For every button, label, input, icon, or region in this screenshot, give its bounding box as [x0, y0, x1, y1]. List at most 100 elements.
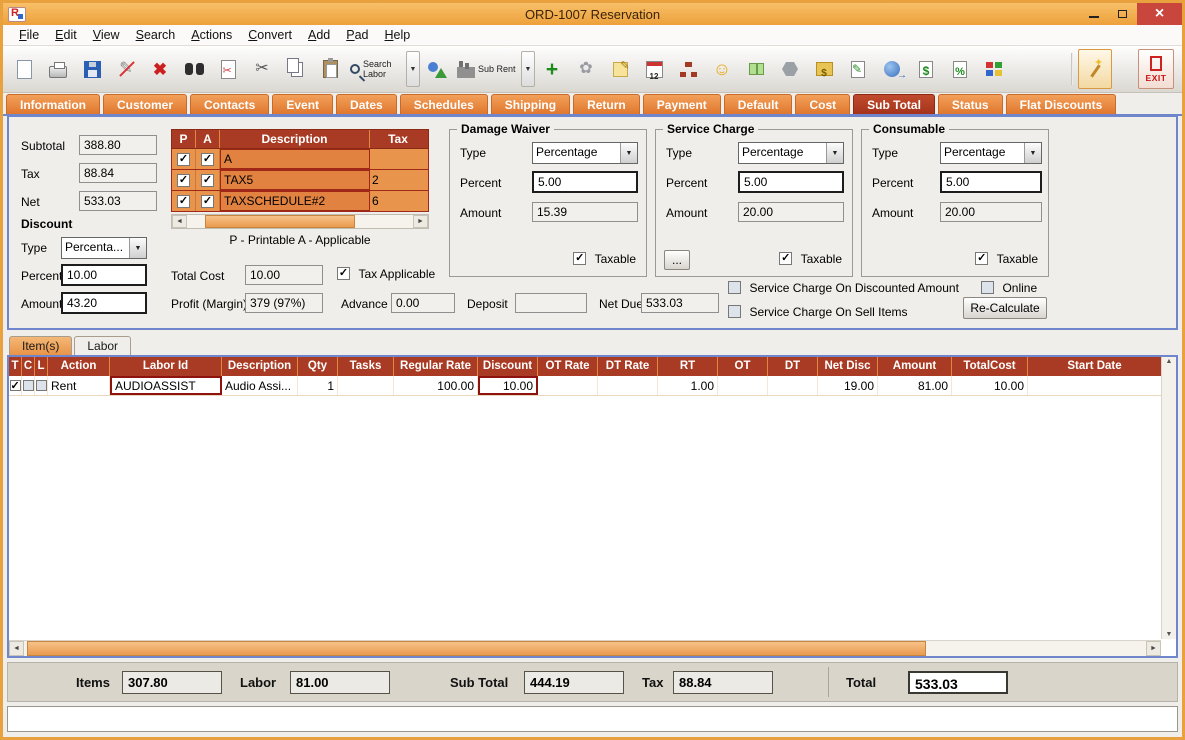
- tab-information[interactable]: Information: [6, 94, 100, 114]
- t-checkbox[interactable]: [10, 380, 21, 391]
- tab-dates[interactable]: Dates: [336, 94, 397, 114]
- c-checkbox[interactable]: [23, 380, 34, 391]
- scroll-left-icon[interactable]: ◄: [172, 215, 187, 228]
- chevron-down-icon[interactable]: [129, 238, 146, 258]
- menu-file[interactable]: File: [11, 26, 47, 44]
- cell-rt[interactable]: 1.00: [658, 376, 718, 395]
- cell-dt[interactable]: [768, 376, 818, 395]
- add-button[interactable]: [535, 49, 569, 89]
- cell-description[interactable]: Audio Assi...: [222, 376, 298, 395]
- tab-customer[interactable]: Customer: [103, 94, 187, 114]
- package-button[interactable]: [739, 49, 773, 89]
- labor-grid-hscrollbar[interactable]: ◄ ►: [9, 640, 1161, 656]
- menu-help[interactable]: Help: [377, 26, 419, 44]
- chevron-down-icon[interactable]: [1024, 143, 1041, 163]
- scroll-right-icon[interactable]: ►: [413, 215, 428, 228]
- scroll-right-icon[interactable]: ►: [1146, 641, 1161, 656]
- tax-applicable-checkbox[interactable]: [337, 267, 350, 280]
- tax-value-cell[interactable]: 2: [370, 170, 424, 190]
- sc-type-dropdown[interactable]: Percentage: [738, 142, 844, 164]
- exit-button[interactable]: EXIT: [1138, 49, 1174, 89]
- tab-contacts[interactable]: Contacts: [190, 94, 269, 114]
- tax-value-cell[interactable]: 6: [370, 191, 424, 211]
- tab-cost[interactable]: Cost: [795, 94, 850, 114]
- scrollbar-thumb[interactable]: [27, 641, 926, 656]
- cut-page-button[interactable]: [211, 49, 245, 89]
- sub-rent-button[interactable]: Sub Rent: [454, 49, 521, 89]
- tab-payment[interactable]: Payment: [643, 94, 721, 114]
- delete-button[interactable]: [143, 49, 177, 89]
- sc-taxable-checkbox[interactable]: [779, 252, 792, 265]
- scroll-up-icon[interactable]: ▲: [1166, 358, 1173, 365]
- print-button[interactable]: [41, 49, 75, 89]
- tax-row[interactable]: TAXSCHEDULE#2 6: [171, 191, 429, 212]
- sub-rent-dropdown[interactable]: [521, 51, 535, 87]
- chevron-down-icon[interactable]: [826, 143, 843, 163]
- dw-percent-input[interactable]: 5.00: [532, 171, 638, 193]
- find-button[interactable]: [177, 49, 211, 89]
- tab-items[interactable]: Item(s): [9, 336, 72, 355]
- copy-button[interactable]: [279, 49, 313, 89]
- menu-actions[interactable]: Actions: [183, 26, 240, 44]
- calendar-button[interactable]: 12: [637, 49, 671, 89]
- cons-type-dropdown[interactable]: Percentage: [940, 142, 1042, 164]
- menu-convert[interactable]: Convert: [240, 26, 300, 44]
- no-edit-button[interactable]: [109, 49, 143, 89]
- dw-type-dropdown[interactable]: Percentage: [532, 142, 638, 164]
- shapes-button[interactable]: [420, 49, 454, 89]
- recalculate-button[interactable]: Re-Calculate: [963, 297, 1047, 319]
- tab-schedules[interactable]: Schedules: [400, 94, 488, 114]
- search-labor-dropdown[interactable]: [406, 51, 420, 87]
- tax-description-cell[interactable]: A: [220, 149, 370, 169]
- tax-description-cell[interactable]: TAXSCHEDULE#2: [220, 191, 370, 211]
- magic-wand-button[interactable]: [1078, 49, 1112, 89]
- tab-sub-total[interactable]: Sub Total: [853, 94, 935, 114]
- cell-tasks[interactable]: [338, 376, 394, 395]
- tab-labor[interactable]: Labor: [74, 336, 131, 355]
- tax-row[interactable]: A: [171, 149, 429, 170]
- hexagon-button[interactable]: [773, 49, 807, 89]
- menu-search[interactable]: Search: [128, 26, 184, 44]
- applicable-checkbox[interactable]: [201, 153, 214, 166]
- cell-regular-rate[interactable]: 100.00: [394, 376, 478, 395]
- tax-value-cell[interactable]: [370, 149, 424, 169]
- tax-row[interactable]: TAX5 2: [171, 170, 429, 191]
- cut-button[interactable]: [245, 49, 279, 89]
- cell-start-date[interactable]: [1028, 376, 1161, 395]
- cell-discount[interactable]: 10.00: [478, 376, 538, 395]
- new-document-button[interactable]: [7, 49, 41, 89]
- cell-amount[interactable]: 81.00: [878, 376, 952, 395]
- money-document-button[interactable]: [807, 49, 841, 89]
- tab-flat-discounts[interactable]: Flat Discounts: [1006, 94, 1117, 114]
- applicable-checkbox[interactable]: [201, 195, 214, 208]
- cell-action[interactable]: Rent: [48, 376, 110, 395]
- scroll-down-icon[interactable]: ▼: [1166, 631, 1173, 638]
- save-button[interactable]: [75, 49, 109, 89]
- labor-grid-vscrollbar[interactable]: ▲▼: [1161, 357, 1176, 639]
- cell-total-cost[interactable]: 10.00: [952, 376, 1028, 395]
- search-labor-button[interactable]: Search Labor: [347, 49, 406, 89]
- cons-percent-input[interactable]: 5.00: [940, 171, 1042, 193]
- sc-more-button[interactable]: ...: [664, 250, 690, 270]
- menu-view[interactable]: View: [85, 26, 128, 44]
- tab-return[interactable]: Return: [573, 94, 640, 114]
- discount-type-dropdown[interactable]: Percenta...: [61, 237, 147, 259]
- chevron-down-icon[interactable]: [620, 143, 637, 163]
- edit-note-button[interactable]: [603, 49, 637, 89]
- globe-export-button[interactable]: [875, 49, 909, 89]
- online-checkbox[interactable]: [981, 281, 994, 294]
- cell-ot[interactable]: [718, 376, 768, 395]
- smiley-button[interactable]: [705, 49, 739, 89]
- percent-document-button[interactable]: [943, 49, 977, 89]
- scroll-left-icon[interactable]: ◄: [9, 641, 24, 656]
- menu-edit[interactable]: Edit: [47, 26, 85, 44]
- l-checkbox[interactable]: [36, 380, 47, 391]
- tab-default[interactable]: Default: [724, 94, 793, 114]
- menu-add[interactable]: Add: [300, 26, 338, 44]
- cell-net-disc[interactable]: 19.00: [818, 376, 878, 395]
- printable-checkbox[interactable]: [177, 174, 190, 187]
- chart-button[interactable]: [977, 49, 1011, 89]
- sc-discounted-checkbox[interactable]: [728, 281, 741, 294]
- cell-qty[interactable]: 1: [298, 376, 338, 395]
- paste-button[interactable]: [313, 49, 347, 89]
